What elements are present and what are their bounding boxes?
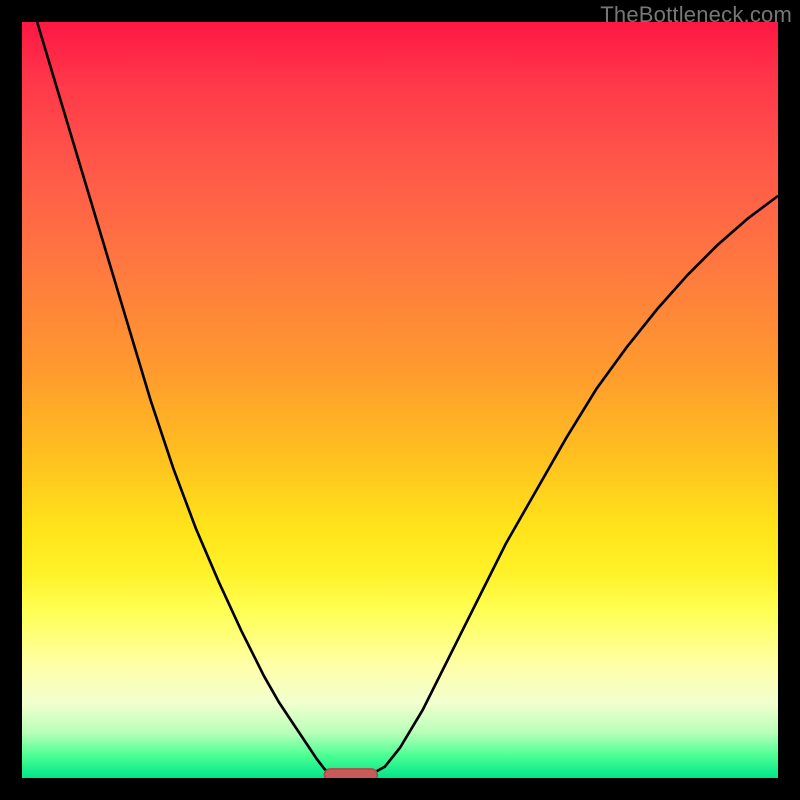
chart-curve-layer [22, 22, 778, 778]
chart-plot-area [22, 22, 778, 778]
curve-left-branch [37, 22, 332, 775]
minimum-marker [324, 769, 377, 778]
chart-frame: TheBottleneck.com [0, 0, 800, 800]
watermark-text: TheBottleneck.com [600, 2, 792, 28]
curve-right-branch [370, 196, 778, 775]
